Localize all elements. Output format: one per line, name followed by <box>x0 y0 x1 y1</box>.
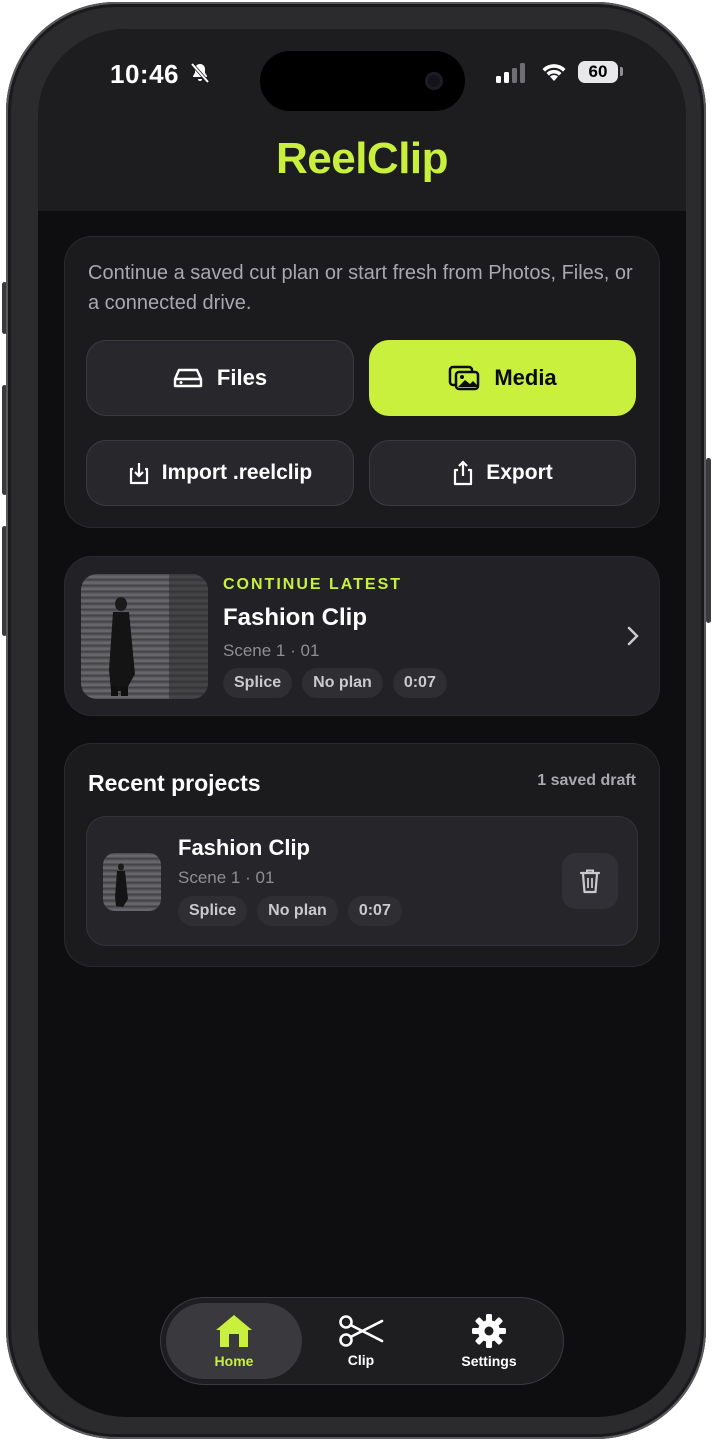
recent-item-tags: Splice No plan 0:07 <box>178 896 402 926</box>
bell-muted-icon <box>190 62 210 84</box>
tag-chip: Splice <box>223 668 293 698</box>
import-label: Import .reelclip <box>161 461 313 484</box>
phone-frame: 10:46 60 ReelClip Continue a saved cut p… <box>6 2 706 1439</box>
export-label: Export <box>486 461 553 484</box>
media-label: Media <box>494 365 557 390</box>
continue-latest-card[interactable]: CONTINUE LATEST Fashion Clip Scene 1 · 0… <box>64 556 660 716</box>
tab-clip-label: Clip <box>347 1352 375 1368</box>
gear-icon <box>472 1314 506 1348</box>
tab-settings-label: Settings <box>461 1353 517 1369</box>
photos-icon <box>449 365 480 391</box>
battery-nub <box>620 67 623 76</box>
tab-bar: Home Clip Settings <box>160 1297 564 1385</box>
tag-chip: 0:07 <box>392 668 447 698</box>
continue-tags: Splice No plan 0:07 <box>223 668 447 698</box>
camera-icon <box>425 72 443 90</box>
continue-kicker: CONTINUE LATEST <box>223 576 403 593</box>
media-button[interactable]: Media <box>369 340 636 416</box>
files-label: Files <box>216 365 268 390</box>
continue-subtitle: Scene 1 · 01 <box>223 641 320 660</box>
logo-rest: eelClip <box>307 134 449 183</box>
figure-image <box>115 863 128 907</box>
recent-title: Recent projects <box>88 770 261 796</box>
recent-project-row[interactable]: Fashion Clip Scene 1 · 01 Splice No plan… <box>86 816 638 946</box>
tab-home-label: Home <box>214 1353 254 1369</box>
app-logo: ReelClip <box>38 134 686 184</box>
logo-initial: R <box>275 134 308 183</box>
app-header: 10:46 60 ReelClip <box>38 29 686 211</box>
start-card: Continue a saved cut plan or start fresh… <box>64 236 660 528</box>
power-button[interactable] <box>706 458 711 623</box>
screen: 10:46 60 ReelClip Continue a saved cut p… <box>38 29 686 1417</box>
chevron-right-icon <box>627 626 639 646</box>
tab-settings[interactable]: Settings <box>421 1303 557 1379</box>
tag-chip: Splice <box>178 896 248 926</box>
import-icon <box>129 463 148 485</box>
tab-clip[interactable]: Clip <box>293 1303 429 1379</box>
recent-meta: 1 saved draft <box>537 772 636 789</box>
recent-item-subtitle: Scene 1 · 01 <box>178 868 275 887</box>
intro-text: Continue a saved cut plan or start fresh… <box>88 262 633 314</box>
tag-chip: 0:07 <box>347 896 402 926</box>
status-time: 10:46 <box>110 59 179 89</box>
tag-chip: No plan <box>302 668 383 698</box>
scissors-icon <box>339 1315 384 1347</box>
recent-item-title: Fashion Clip <box>178 835 310 860</box>
recent-projects-card: Recent projects 1 saved draft Fashion Cl… <box>64 743 660 967</box>
wifi-icon <box>542 64 566 81</box>
project-thumbnail <box>103 853 161 911</box>
figure-image <box>109 574 208 699</box>
continue-title: Fashion Clip <box>223 604 367 631</box>
trash-icon <box>579 869 601 894</box>
files-button[interactable]: Files <box>86 340 354 416</box>
cellular-signal-icon <box>496 63 525 83</box>
tab-home[interactable]: Home <box>166 1303 302 1379</box>
delete-button[interactable] <box>562 853 618 909</box>
project-thumbnail <box>81 574 208 699</box>
export-button[interactable]: Export <box>369 440 636 506</box>
dynamic-island <box>260 51 465 111</box>
share-icon <box>454 460 473 486</box>
drive-icon <box>173 368 203 388</box>
import-button[interactable]: Import .reelclip <box>86 440 354 506</box>
tag-chip: No plan <box>257 896 338 926</box>
home-icon <box>216 1315 252 1347</box>
battery-indicator: 60 <box>578 61 618 83</box>
